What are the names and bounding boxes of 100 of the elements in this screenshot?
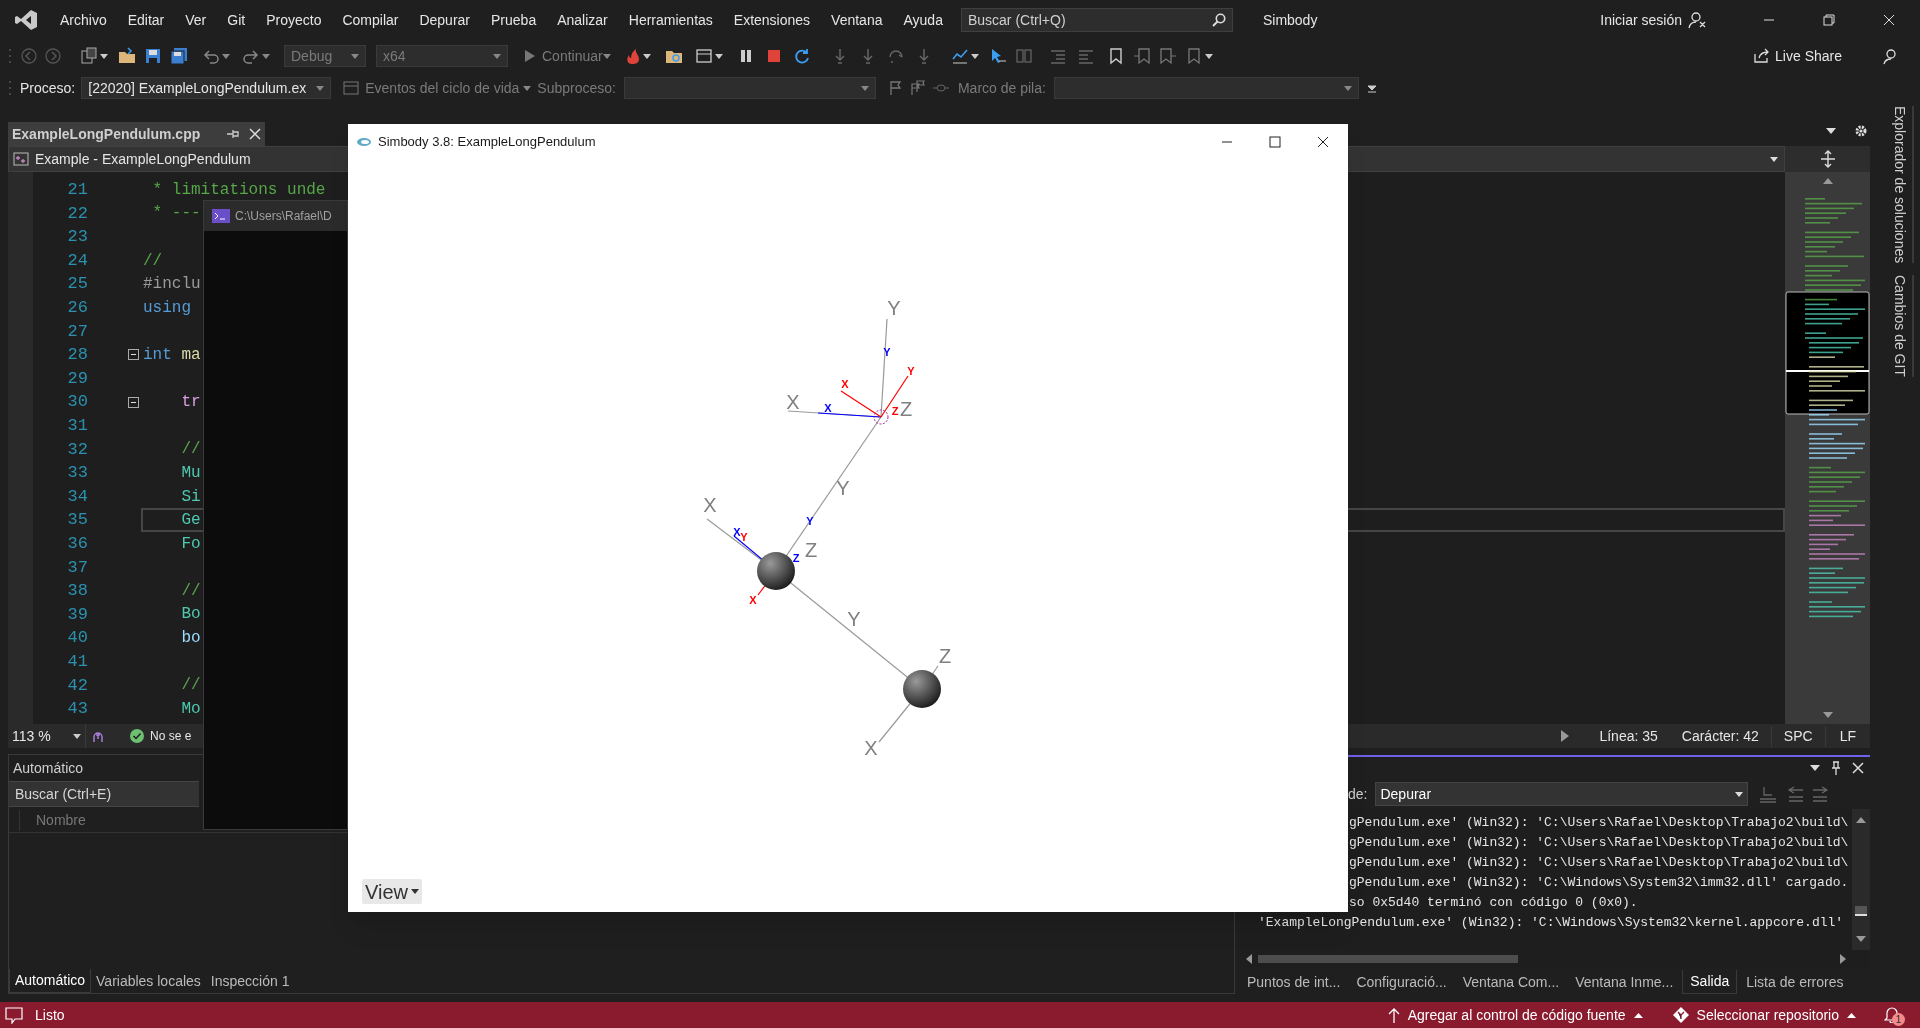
flags-icon[interactable]	[909, 80, 926, 96]
person-icon[interactable]	[1688, 11, 1706, 29]
save-icon[interactable]	[144, 47, 162, 65]
panel-tab[interactable]: Ventana Com...	[1455, 970, 1567, 994]
menu-item[interactable]: Editar	[117, 5, 175, 35]
pin-icon[interactable]	[1830, 761, 1842, 775]
caret-icon[interactable]	[714, 53, 723, 59]
line-number: 34	[66, 485, 88, 508]
sphere	[757, 552, 795, 590]
split-icon[interactable]	[1819, 150, 1836, 168]
scroll-thumb[interactable]	[1258, 955, 1518, 963]
close-icon[interactable]	[1852, 762, 1864, 774]
redo-icon[interactable]	[242, 47, 260, 65]
lifecycle-icon[interactable]	[343, 80, 360, 96]
scroll-down-icon[interactable]	[1822, 712, 1833, 718]
caret-icon[interactable]	[1810, 765, 1820, 771]
caret-icon[interactable]	[970, 53, 979, 59]
menu-item[interactable]: Extensiones	[723, 5, 821, 35]
step-over-icon[interactable]	[886, 47, 905, 65]
toolbar-grip-icon	[8, 79, 12, 97]
scroll-left-icon[interactable]	[1246, 954, 1252, 964]
scroll-down-icon[interactable]	[1856, 936, 1866, 942]
caret-icon[interactable]	[1735, 791, 1744, 797]
scroll-right-icon[interactable]	[1561, 730, 1570, 742]
side-tab[interactable]: Cambios de GIT	[1886, 275, 1914, 378]
caret-icon[interactable]	[1204, 53, 1213, 59]
flag-icon[interactable]	[887, 80, 904, 96]
panel-tab[interactable]: Puntos de int...	[1240, 970, 1348, 994]
scroll-up-icon[interactable]	[1822, 178, 1833, 184]
caret-icon[interactable]	[73, 733, 81, 739]
project-icon	[13, 151, 29, 167]
panel-tab[interactable]: Ventana Inme...	[1568, 970, 1681, 994]
panel-tab[interactable]: Automático	[9, 969, 92, 993]
column-header: Nombre	[19, 810, 86, 831]
caret-icon[interactable]	[100, 53, 108, 59]
undo-icon[interactable]	[202, 47, 220, 65]
lifecycle-events-button[interactable]: Eventos del ciclo de vida	[365, 77, 520, 99]
menu-item[interactable]: Archivo	[50, 5, 117, 35]
menu-item[interactable]: Compilar	[332, 5, 409, 35]
view-menu-button[interactable]: View	[362, 879, 422, 904]
repository-button[interactable]: Seleccionar repositorio	[1672, 1004, 1856, 1026]
caret-icon[interactable]	[1826, 128, 1836, 134]
menu-item[interactable]: Ventana	[821, 5, 893, 35]
new-item-icon[interactable]	[80, 47, 98, 65]
collapse-icon[interactable]	[128, 349, 139, 361]
output-line: gPendulum.exe' (Win32): 'C:\Users\Rafael\Desktop\Trabajo2\build\	[1349, 815, 1849, 830]
scroll-up-icon[interactable]	[1856, 817, 1866, 823]
menu-item[interactable]: Ver	[175, 5, 217, 35]
menu-item[interactable]: Herramientas	[618, 5, 723, 35]
minimap-drawing[interactable]	[1785, 198, 1870, 618]
caret-icon[interactable]	[1770, 156, 1778, 162]
settings-icon[interactable]	[1854, 124, 1868, 138]
collapse-icon[interactable]	[128, 396, 139, 408]
window-icon[interactable]	[694, 47, 713, 65]
caret-icon[interactable]	[642, 53, 651, 59]
scroll-right-icon[interactable]	[1840, 954, 1846, 964]
restart-icon[interactable]	[792, 47, 811, 65]
process-dropdown[interactable]: [22020] ExampleLongPendulum.ex	[81, 77, 332, 99]
diagnostic-icon[interactable]	[950, 47, 969, 65]
bookmark-next-icon[interactable]	[1158, 47, 1177, 65]
line-indicator[interactable]: Línea: 35	[1599, 725, 1658, 747]
overflow-icon[interactable]	[1366, 83, 1377, 93]
visual-studio-logo-icon	[14, 9, 38, 31]
folder-icon[interactable]	[118, 47, 136, 65]
menu-item[interactable]: Ayuda	[893, 5, 953, 35]
menu-item[interactable]: Proyecto	[256, 5, 332, 35]
panel-tab[interactable]: Inspección 1	[205, 969, 295, 993]
search-field[interactable]: Buscar (Ctrl+Q)	[960, 8, 1233, 32]
search-icon[interactable]	[1211, 13, 1226, 27]
live-share-button[interactable]: Live Share	[1753, 45, 1842, 67]
panel-tab[interactable]: Configuració...	[1349, 970, 1454, 994]
columns-icon[interactable]	[1014, 47, 1033, 65]
panel-tab[interactable]: Lista de errores	[1739, 970, 1851, 994]
source-dropdown[interactable]: Depurar	[1375, 782, 1749, 806]
close-icon[interactable]	[249, 128, 261, 140]
menu-item[interactable]: Depurar	[409, 5, 481, 35]
column-indicator[interactable]: Carácter: 42	[1681, 725, 1759, 747]
message-icon[interactable]	[5, 1006, 23, 1024]
zoom-dropdown[interactable]: 113 %	[8, 724, 86, 748]
navigation-dropdown[interactable]: Example - ExampleLongPendulum	[9, 147, 347, 171]
line-number: 28	[66, 344, 88, 367]
save-all-icon[interactable]	[170, 47, 188, 65]
pin-icon[interactable]	[225, 127, 239, 141]
panel-tab[interactable]: Salida	[1682, 970, 1738, 994]
line-number: 33	[66, 462, 88, 485]
line-ending-indicator[interactable]: LF	[1824, 725, 1870, 747]
sign-in-link[interactable]: Iniciar sesión	[1600, 9, 1682, 31]
menu-item[interactable]: Git	[217, 5, 256, 35]
menu-item[interactable]: Prueba	[481, 5, 547, 35]
bookmark-previous-icon[interactable]	[1132, 47, 1151, 65]
scroll-thumb[interactable]	[1855, 906, 1867, 916]
side-tab[interactable]: Explorador de soluciones	[1886, 106, 1914, 264]
source-control-button[interactable]: Agregar al control de código fuente	[1387, 1004, 1643, 1026]
panel-tab[interactable]: Variables locales	[91, 969, 206, 993]
document-tab[interactable]: ExampleLongPendulum.cpp	[8, 122, 265, 146]
whitespace-indicator[interactable]: SPC	[1770, 725, 1825, 747]
continue-button[interactable]: Continuar	[524, 45, 603, 67]
search-field[interactable]: Buscar (Ctrl+E)	[9, 781, 199, 807]
axis-label: Y	[887, 297, 901, 320]
menu-item[interactable]: Analizar	[547, 5, 618, 35]
